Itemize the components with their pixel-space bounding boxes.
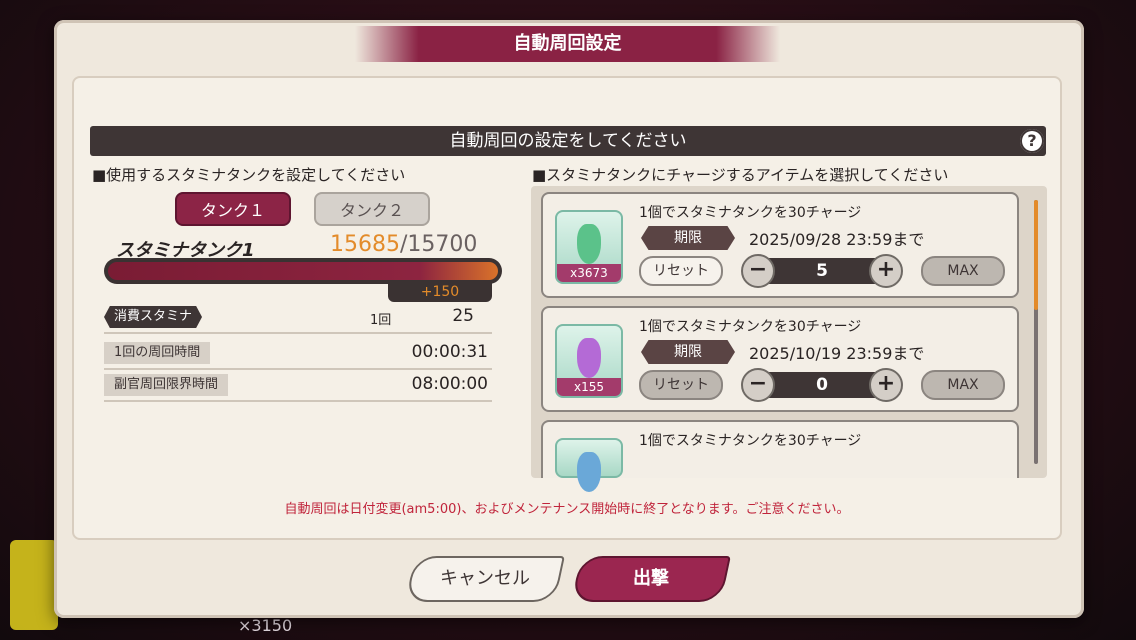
item-description: 1個でスタミナタンクを30チャージ bbox=[639, 205, 862, 221]
info-row-stamina-cost: 消費スタミナ 1回 25 bbox=[104, 306, 492, 334]
tank-current: 15685 bbox=[330, 232, 400, 257]
minus-icon[interactable]: − bbox=[741, 254, 775, 288]
tank-max: /15700 bbox=[400, 232, 478, 257]
sortie-label: 出撃 bbox=[633, 568, 669, 589]
tank-charge-preview: +150 bbox=[388, 282, 492, 302]
dialog-title: 自動周回設定 bbox=[355, 26, 780, 62]
quantity-stepper: − 0 + bbox=[741, 368, 903, 402]
item-description: 1個でスタミナタンクを30チャージ bbox=[639, 433, 862, 449]
item-card: x3673 1個でスタミナタンクを30チャージ 期限 2025/09/28 23… bbox=[541, 192, 1019, 298]
plus-icon[interactable]: + bbox=[869, 368, 903, 402]
potion-gem-icon bbox=[577, 224, 601, 264]
item-card: 1個でスタミナタンクを30チャージ bbox=[541, 420, 1019, 492]
plus-icon[interactable]: + bbox=[869, 254, 903, 288]
potion-gem-icon bbox=[577, 452, 601, 492]
tank-stamina-count: 15685/15700 bbox=[330, 232, 477, 257]
item-list-scroll-thumb[interactable] bbox=[1034, 200, 1038, 310]
potion-gem-icon bbox=[577, 338, 601, 378]
max-button[interactable]: MAX bbox=[921, 256, 1005, 286]
cancel-button[interactable]: キャンセル bbox=[405, 556, 565, 602]
stamina-potion-icon[interactable]: x3673 bbox=[555, 210, 623, 284]
reset-button[interactable]: リセット bbox=[639, 370, 723, 400]
info-value: 25 bbox=[452, 306, 474, 326]
tank-section-label: ■使用するスタミナタンクを設定してください bbox=[92, 166, 406, 184]
item-quantity: x3673 bbox=[557, 264, 621, 282]
info-unit: 1回 bbox=[370, 313, 392, 328]
reset-button[interactable]: リセット bbox=[639, 256, 723, 286]
info-value: 00:00:31 bbox=[411, 342, 488, 362]
deadline-label: 期限 bbox=[641, 226, 735, 250]
quantity-stepper: − 5 + bbox=[741, 254, 903, 288]
max-button[interactable]: MAX bbox=[921, 370, 1005, 400]
info-label: 1回の周回時間 bbox=[104, 342, 211, 364]
help-icon[interactable]: ? bbox=[1020, 129, 1044, 153]
stepper-value: 5 bbox=[816, 261, 828, 281]
tank-stamina-bar bbox=[104, 258, 502, 284]
item-card: x155 1個でスタミナタンクを30チャージ 期限 2025/10/19 23:… bbox=[541, 306, 1019, 412]
info-row-limit-time: 副官周回限界時間 08:00:00 bbox=[104, 374, 492, 402]
notice-text: 自動周回は日付変更(am5:00)、およびメンテナンス開始時に終了となります。ご… bbox=[284, 502, 850, 517]
tab-tank-2[interactable]: タンク２ bbox=[314, 192, 430, 226]
settings-header: 自動周回の設定をしてください bbox=[90, 126, 1046, 156]
info-value: 08:00:00 bbox=[411, 374, 488, 394]
item-description: 1個でスタミナタンクを30チャージ bbox=[639, 319, 862, 335]
background-counter: ×3150 bbox=[238, 616, 293, 635]
tab-tank-1[interactable]: タンク１ bbox=[175, 192, 291, 226]
info-label: 副官周回限界時間 bbox=[104, 374, 229, 396]
deadline-date: 2025/09/28 23:59まで bbox=[749, 230, 925, 249]
minus-icon[interactable]: − bbox=[741, 368, 775, 402]
info-row-loop-time: 1回の周回時間 00:00:31 bbox=[104, 342, 492, 370]
sortie-button[interactable]: 出撃 bbox=[571, 556, 731, 602]
tank-stamina-fill bbox=[108, 262, 498, 280]
cancel-label: キャンセル bbox=[440, 568, 530, 589]
item-quantity: x155 bbox=[557, 378, 621, 396]
deadline-date: 2025/10/19 23:59まで bbox=[749, 344, 925, 363]
info-label: 消費スタミナ bbox=[104, 306, 203, 328]
stamina-potion-icon[interactable] bbox=[555, 438, 623, 492]
deadline-label: 期限 bbox=[641, 340, 735, 364]
stepper-value: 0 bbox=[816, 375, 828, 395]
item-section-label: ■スタミナタンクにチャージするアイテムを選択してください bbox=[532, 166, 949, 184]
background-sign bbox=[10, 540, 58, 630]
stamina-potion-icon[interactable]: x155 bbox=[555, 324, 623, 398]
